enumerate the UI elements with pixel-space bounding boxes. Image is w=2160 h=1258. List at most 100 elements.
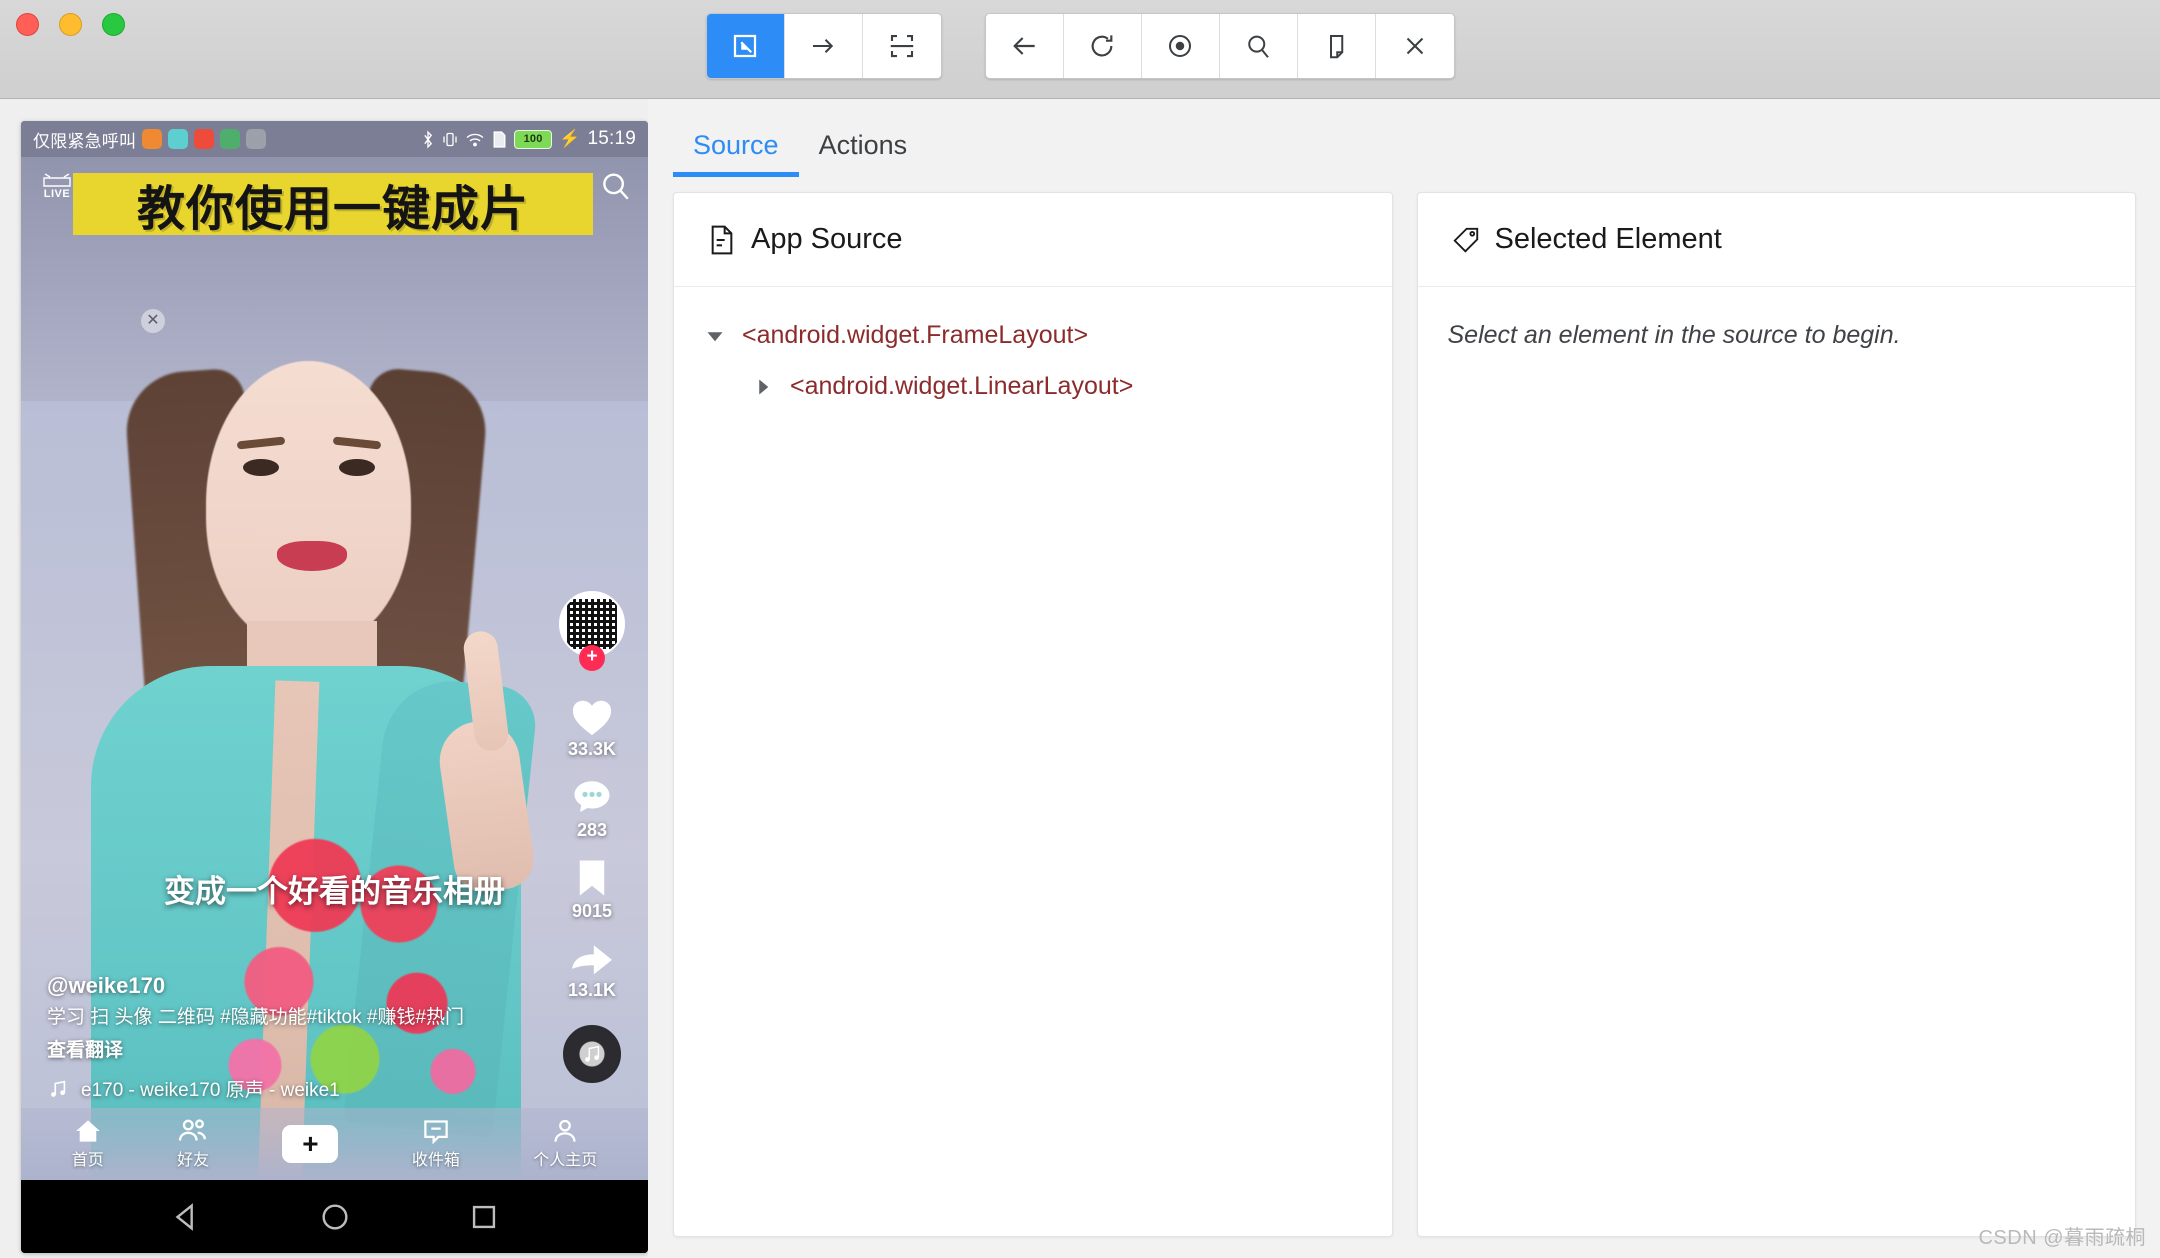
create-plus-icon[interactable]: + — [277, 1125, 344, 1163]
share-arrow-icon — [571, 945, 612, 975]
close-button[interactable] — [1375, 14, 1454, 78]
android-status-bar: 仅限紧急呼叫 100 ⚡ 15:19 — [21, 121, 648, 157]
heart-icon — [572, 700, 612, 736]
bottom-nav-inbox-label: 收件箱 — [411, 1152, 460, 1169]
chevron-down-icon[interactable] — [704, 327, 726, 345]
watermark: CSDN @暮雨疏桐 — [1978, 1227, 2146, 1249]
back-button[interactable] — [985, 14, 1064, 78]
app-source-tree[interactable]: <android.widget.FrameLayout> <android.wi… — [674, 287, 1392, 1236]
copy-icon — [1330, 35, 1344, 59]
crop-frame-icon — [890, 34, 913, 58]
bookmark-icon — [579, 860, 605, 896]
music-note-icon — [51, 1080, 66, 1097]
selected-element-empty-message: Select an element in the source to begin… — [1447, 321, 1901, 349]
toolbar-action-group — [984, 13, 1455, 79]
tree-node-label[interactable]: <android.widget.LinearLayout> — [790, 372, 1133, 401]
live-badge[interactable]: LIVE — [37, 169, 77, 203]
search-icon[interactable] — [598, 169, 632, 203]
eye-icon — [1169, 35, 1191, 57]
bookmark-count: 9015 — [571, 901, 613, 921]
profile-icon — [554, 1119, 576, 1142]
tag-icon — [1452, 227, 1478, 253]
bottom-nav-home[interactable]: 首页 — [72, 1118, 104, 1170]
selected-element-panel: Selected Element Select an element in th… — [1416, 192, 2136, 1237]
wifi-icon — [466, 133, 484, 146]
arrow-left-icon — [1013, 37, 1035, 55]
tree-node-label[interactable]: <android.widget.FrameLayout> — [742, 321, 1088, 350]
bookmark-button[interactable]: 9015 — [572, 857, 612, 922]
bluetooth-icon — [424, 129, 433, 149]
follow-button[interactable]: + — [579, 645, 605, 671]
selected-element-header: Selected Element — [1417, 193, 2135, 287]
close-circle-icon[interactable]: ✕ — [141, 309, 165, 333]
arrow-right-icon — [813, 39, 834, 53]
video-caption: @weike170 学习 扫 头像 二维码 #隐藏功能#tiktok #赚钱#热… — [47, 973, 517, 1062]
avatar[interactable]: + — [559, 591, 625, 671]
grey-app-icon — [246, 129, 267, 149]
caption-translate-link[interactable]: 查看翻译 — [47, 1035, 517, 1062]
app-source-title: App Source — [751, 223, 903, 255]
refresh-icon — [1091, 35, 1113, 57]
qr-code-icon — [567, 599, 617, 649]
app-bottom-nav: 首页 好友 + 收件箱 个人主页 — [21, 1108, 648, 1180]
circle-home-icon[interactable] — [318, 1200, 352, 1234]
video-banner-text: 教你使用一键成片 — [73, 173, 593, 237]
device-mirror[interactable]: 仅限紧急呼叫 100 ⚡ 15:19 LIVE 教你使用一键成片 ✕ 变成一个好… — [21, 121, 648, 1253]
share-button[interactable]: 13.1K — [568, 938, 616, 1001]
sim-card-icon — [493, 130, 506, 148]
document-icon — [711, 225, 733, 254]
like-count: 33.3K — [567, 739, 617, 759]
home-icon — [75, 1120, 100, 1142]
toolbar-tool-group — [705, 13, 942, 79]
app-source-header: App Source — [674, 193, 1392, 287]
bottom-nav-profile-label: 个人主页 — [533, 1152, 598, 1169]
comment-button[interactable]: 283 — [570, 776, 614, 841]
device-screen[interactable]: 仅限紧急呼叫 100 ⚡ 15:19 LIVE 教你使用一键成片 ✕ 变成一个好… — [21, 121, 648, 1180]
live-label: LIVE — [43, 188, 71, 200]
charging-bolt-icon: ⚡ — [559, 129, 581, 148]
tree-row[interactable]: <android.widget.FrameLayout> — [704, 321, 1362, 350]
copy-button[interactable] — [1297, 14, 1376, 78]
music-disc-icon[interactable] — [563, 1025, 621, 1083]
bottom-nav-friends-label: 好友 — [177, 1152, 210, 1169]
close-x-icon — [1406, 37, 1423, 55]
search-icon — [1248, 35, 1269, 58]
caption-text: 学习 扫 头像 二维码 #隐藏功能#tiktok #赚钱#热门 — [47, 1007, 465, 1029]
battery-indicator: 100 — [514, 129, 553, 149]
music-marquee[interactable]: e170 - weike170 原声 - weike1 — [47, 1075, 340, 1102]
carrier-label: 仅限紧急呼叫 — [33, 131, 137, 151]
select-element-tool[interactable] — [706, 14, 785, 78]
caption-username[interactable]: @weike170 — [47, 973, 517, 999]
bottom-nav-friends[interactable]: 好友 — [177, 1118, 209, 1170]
tree-row[interactable]: <android.widget.LinearLayout> — [752, 372, 1362, 401]
tab-source[interactable]: Source — [673, 130, 799, 177]
bottom-nav-profile[interactable]: 个人主页 — [533, 1118, 597, 1170]
crop-region-tool[interactable] — [862, 14, 941, 78]
inspector-tabs: Source Actions — [648, 99, 2160, 177]
bottom-nav-inbox[interactable]: 收件箱 — [412, 1118, 460, 1170]
selected-element-title: Selected Element — [1494, 223, 1722, 255]
vibrate-icon — [443, 132, 457, 146]
tab-actions[interactable]: Actions — [799, 130, 928, 177]
search-button[interactable] — [1219, 14, 1298, 78]
refresh-button[interactable] — [1063, 14, 1142, 78]
inspector-panels: App Source <android.widget.FrameLayout> — [648, 177, 2160, 1237]
eye-button[interactable] — [1141, 14, 1220, 78]
like-button[interactable]: 33.3K — [568, 695, 616, 760]
toolbar — [0, 13, 2160, 79]
square-recents-icon[interactable] — [467, 1200, 501, 1234]
inspector-pane: Source Actions App Source <android.widge… — [648, 99, 2160, 1258]
triangle-back-icon[interactable] — [169, 1200, 203, 1234]
comment-icon — [574, 781, 610, 813]
app-source-panel: App Source <android.widget.FrameLayout> — [673, 192, 1393, 1237]
bottom-nav-home-label: 首页 — [71, 1152, 104, 1169]
green-app-icon — [220, 129, 241, 149]
main-content: 仅限紧急呼叫 100 ⚡ 15:19 LIVE 教你使用一键成片 ✕ 变成一个好… — [0, 99, 2160, 1258]
inbox-icon — [424, 1120, 448, 1144]
weibo-app-icon — [194, 129, 215, 149]
chevron-right-icon[interactable] — [752, 378, 774, 396]
orange-app-icon — [142, 129, 163, 149]
app-window: 仅限紧急呼叫 100 ⚡ 15:19 LIVE 教你使用一键成片 ✕ 变成一个好… — [0, 0, 2160, 1258]
cursor-select-icon — [733, 34, 757, 58]
swipe-tool[interactable] — [784, 14, 863, 78]
